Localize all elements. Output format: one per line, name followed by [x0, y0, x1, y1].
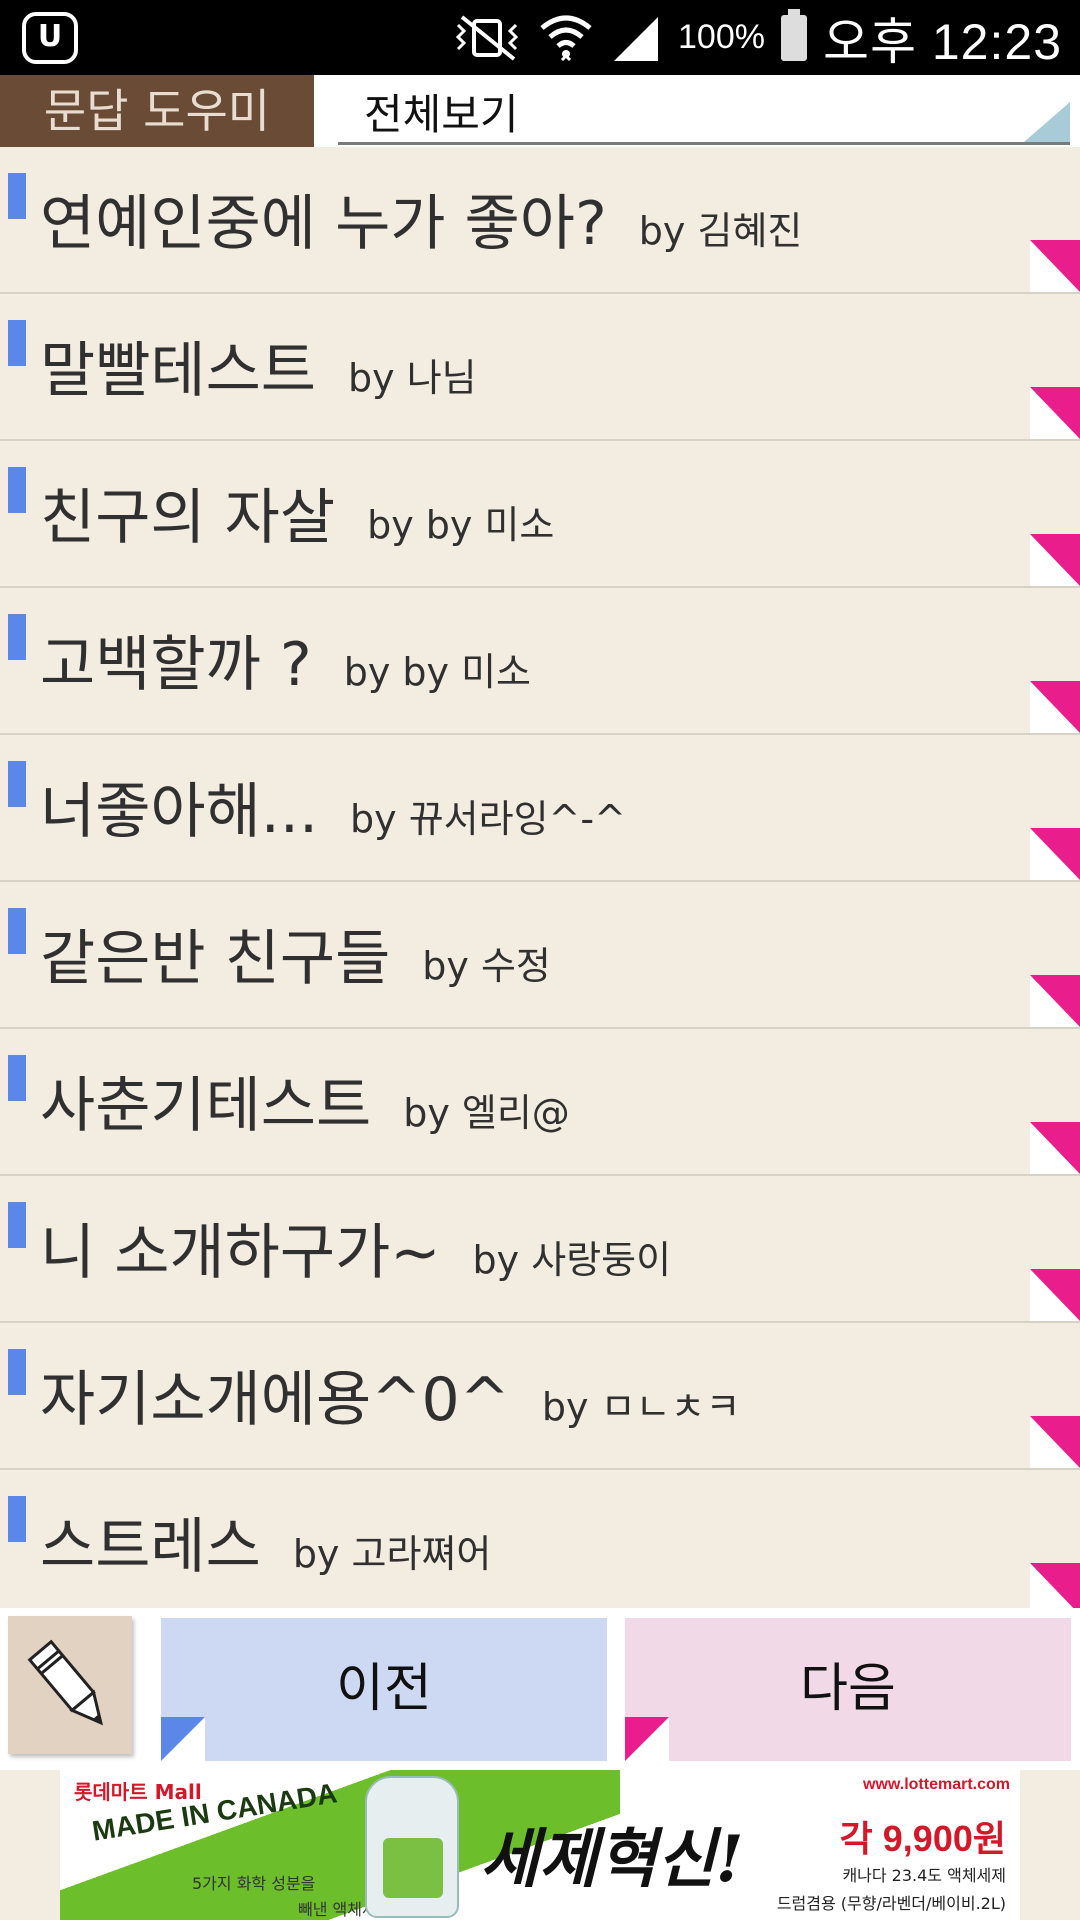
item-title: 자기소개에용^0^: [40, 1365, 510, 1435]
ad-subtext-1: 5가지 화학 성분을: [192, 1874, 316, 1893]
status-indicators: 100% 오후 12:23: [452, 0, 1062, 75]
list-item[interactable]: 스트레스 by 고라쪄어: [0, 1470, 1080, 1617]
item-marker: [8, 614, 26, 660]
filter-dropdown[interactable]: 전체보기: [338, 75, 1070, 145]
question-list: 연예인중에 누가 좋아? by 김혜진 말빨테스트 by 나님 친구의 자살 by b…: [0, 147, 1080, 1617]
item-corner-icon: [1030, 1416, 1080, 1468]
item-marker: [8, 761, 26, 807]
item-marker: [8, 1202, 26, 1248]
bottom-controls: 이전 다음: [0, 1608, 1080, 1770]
vibrate-mute-icon: [455, 14, 519, 61]
dropdown-corner-icon: [1024, 102, 1070, 142]
battery-icon: [780, 8, 807, 61]
clock: 오후 12:23: [822, 13, 1062, 70]
list-item[interactable]: 말빨테스트 by 나님: [0, 294, 1080, 441]
prev-corner-icon: [161, 1717, 205, 1761]
ad-banner[interactable]: 롯데마트 Mall MADE IN CANADA 5가지 화학 성분을 빼낸 액…: [0, 1770, 1080, 1920]
item-corner-icon: [1030, 534, 1080, 586]
item-corner-icon: [1030, 240, 1080, 292]
item-author: by 김혜진: [638, 209, 803, 253]
status-bar: U 100% 오후 12:23: [0, 0, 1080, 75]
item-author: by ㅁㄴㅊㅋ: [541, 1385, 741, 1429]
item-marker: [8, 320, 26, 366]
list-item[interactable]: 연예인중에 누가 좋아? by 김혜진: [0, 147, 1080, 294]
ad-url: www.lottemart.com: [863, 1776, 1010, 1793]
ad-note-2: 드럼겸용 (무향/라벤더/베이비.2L): [776, 1894, 1006, 1913]
item-marker: [8, 1349, 26, 1395]
ad-content: 롯데마트 Mall MADE IN CANADA 5가지 화학 성분을 빼낸 액…: [60, 1770, 1020, 1920]
item-author: by 수정: [422, 944, 551, 988]
wifi-icon: [540, 15, 592, 61]
write-button[interactable]: [8, 1616, 132, 1754]
ad-headline: 세제혁신!: [480, 1822, 744, 1897]
item-author: by by 미소: [367, 503, 555, 547]
app-header: 문답 도우미 전체보기: [0, 75, 1080, 147]
item-marker: [8, 173, 26, 219]
item-title: 사춘기테스트: [40, 1071, 372, 1141]
list-item[interactable]: 고백할까 ? by by 미소: [0, 588, 1080, 735]
pencil-icon: [27, 1639, 104, 1726]
item-title: 스트레스: [40, 1512, 261, 1582]
list-item[interactable]: 자기소개에용^0^ by ㅁㄴㅊㅋ: [0, 1323, 1080, 1470]
signal-icon: [614, 16, 659, 61]
item-author: by 뀨서라잉^-^: [350, 797, 626, 841]
item-marker: [8, 908, 26, 954]
item-title: 너좋아해...: [40, 777, 319, 847]
item-author: by 엘리@: [403, 1091, 570, 1135]
item-corner-icon: [1030, 1269, 1080, 1321]
next-corner-icon: [625, 1717, 669, 1761]
item-marker: [8, 467, 26, 513]
item-corner-icon: [1030, 681, 1080, 733]
item-title: 니 소개하구가~: [40, 1218, 441, 1288]
list-item[interactable]: 너좋아해... by 뀨서라잉^-^: [0, 735, 1080, 882]
list-item[interactable]: 같은반 친구들 by 수정: [0, 882, 1080, 1029]
next-button[interactable]: 다음: [625, 1618, 1071, 1761]
list-item[interactable]: 친구의 자살 by by 미소: [0, 441, 1080, 588]
item-marker: [8, 1055, 26, 1101]
item-author: by 나님: [348, 356, 477, 400]
battery-level: 100%: [678, 18, 765, 56]
item-corner-icon: [1030, 1122, 1080, 1174]
ad-price: 각 9,900원: [839, 1818, 1006, 1859]
next-button-label: 다음: [800, 1659, 896, 1719]
ad-note-1: 캐나다 23.4도 액체세제: [842, 1866, 1006, 1885]
prev-button[interactable]: 이전: [161, 1618, 607, 1761]
item-title: 말빨테스트: [40, 336, 316, 406]
prev-button-label: 이전: [336, 1659, 432, 1719]
item-author: by 고라쪄어: [292, 1532, 492, 1576]
item-corner-icon: [1030, 828, 1080, 880]
item-title: 연예인중에 누가 좋아?: [40, 189, 607, 259]
item-title: 고백할까 ?: [40, 630, 312, 700]
detergent-bottle-icon: [365, 1776, 459, 1918]
item-marker: [8, 1496, 26, 1542]
item-corner-icon: [1030, 387, 1080, 439]
item-author: by by 미소: [343, 650, 532, 694]
filter-selected-value: 전체보기: [364, 90, 519, 139]
item-title: 친구의 자살: [40, 483, 336, 553]
app-title: 문답 도우미: [0, 75, 314, 147]
item-corner-icon: [1030, 975, 1080, 1027]
u-plus-logo-icon: U: [22, 12, 78, 64]
item-title: 같은반 친구들: [40, 924, 391, 994]
list-item[interactable]: 니 소개하구가~ by 사랑둥이: [0, 1176, 1080, 1323]
item-author: by 사랑둥이: [472, 1238, 672, 1282]
list-item[interactable]: 사춘기테스트 by 엘리@: [0, 1029, 1080, 1176]
